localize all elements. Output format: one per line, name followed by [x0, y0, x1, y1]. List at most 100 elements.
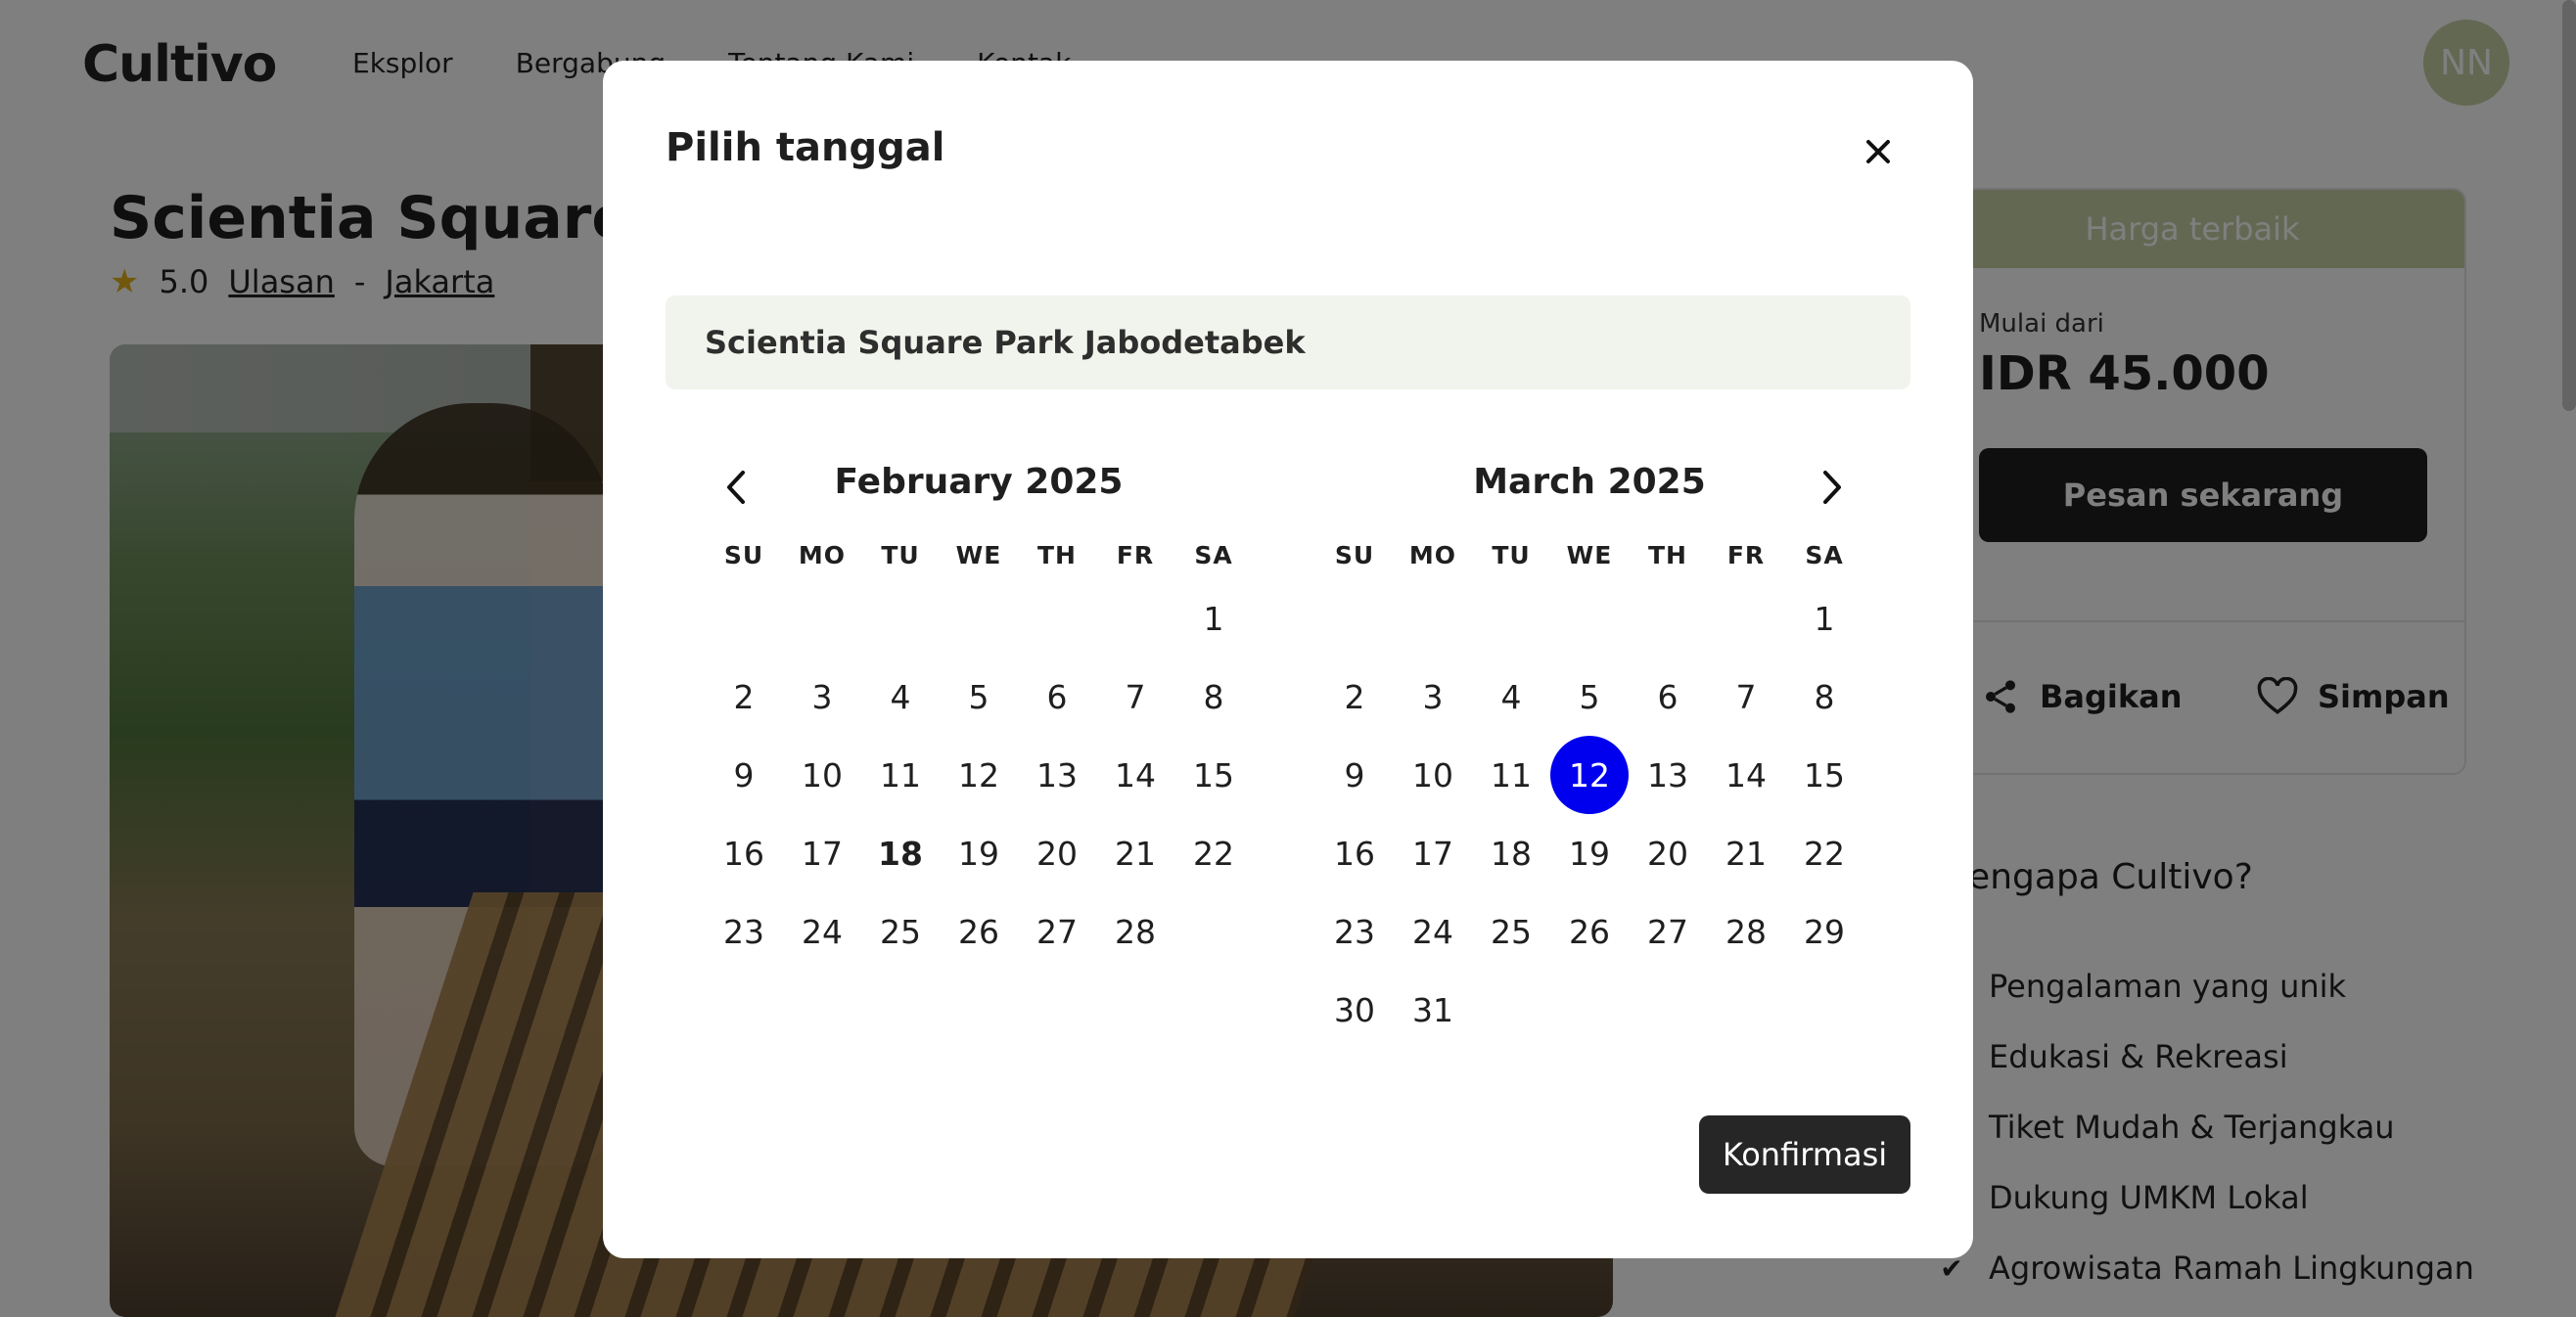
- day-number: 2: [733, 677, 755, 716]
- day-number: 13: [1036, 755, 1078, 795]
- calendar-day[interactable]: 19: [1550, 814, 1629, 892]
- day-number: 14: [1115, 755, 1156, 795]
- calendar-blank-cell: [861, 579, 940, 658]
- calendar-day[interactable]: 14: [1707, 736, 1785, 814]
- calendar-day[interactable]: 27: [1629, 892, 1707, 971]
- day-number: 1: [1203, 599, 1224, 638]
- calendar-day[interactable]: 25: [1472, 892, 1550, 971]
- calendar-day[interactable]: 9: [705, 736, 783, 814]
- calendar-day[interactable]: 8: [1785, 658, 1863, 736]
- calendar-day[interactable]: 16: [705, 814, 783, 892]
- day-number: 28: [1725, 912, 1767, 951]
- day-number: 27: [1036, 912, 1078, 951]
- confirm-button[interactable]: Konfirmasi: [1699, 1115, 1910, 1194]
- day-number: 12: [1550, 736, 1629, 814]
- calendar-day[interactable]: 29: [1785, 892, 1863, 971]
- calendar-day[interactable]: 1: [1785, 579, 1863, 658]
- calendar-day[interactable]: 22: [1174, 814, 1253, 892]
- day-number: 5: [968, 677, 989, 716]
- calendar-day[interactable]: 11: [1472, 736, 1550, 814]
- calendar-day[interactable]: 28: [1707, 892, 1785, 971]
- calendar-day[interactable]: 14: [1096, 736, 1174, 814]
- calendar-day[interactable]: 26: [940, 892, 1018, 971]
- calendar-day[interactable]: 22: [1785, 814, 1863, 892]
- day-number: 18: [1491, 834, 1532, 873]
- calendar-day[interactable]: 5: [940, 658, 1018, 736]
- calendar-day[interactable]: 28: [1096, 892, 1174, 971]
- calendar-blank-cell: [1394, 579, 1472, 658]
- weekday-header: SU: [1334, 540, 1375, 569]
- calendar-day[interactable]: 15: [1785, 736, 1863, 814]
- calendar-day[interactable]: 12: [940, 736, 1018, 814]
- calendar-day[interactable]: 30: [1315, 971, 1394, 1049]
- calendar-day[interactable]: 18: [861, 814, 940, 892]
- calendar-day[interactable]: 7: [1096, 658, 1174, 736]
- calendar-day[interactable]: 21: [1096, 814, 1174, 892]
- calendar-day[interactable]: 23: [1315, 892, 1394, 971]
- calendar-day[interactable]: 15: [1174, 736, 1253, 814]
- day-number: 13: [1647, 755, 1688, 795]
- calendar-day[interactable]: 18: [1472, 814, 1550, 892]
- calendar-day[interactable]: 4: [1472, 658, 1550, 736]
- day-number: 3: [811, 677, 833, 716]
- calendar-day[interactable]: 23: [705, 892, 783, 971]
- calendar-day[interactable]: 19: [940, 814, 1018, 892]
- day-number: 25: [880, 912, 921, 951]
- calendar-header: February 2025: [705, 442, 1253, 530]
- calendar-day[interactable]: 24: [783, 892, 861, 971]
- calendar-day[interactable]: 20: [1629, 814, 1707, 892]
- weekday-header: SA: [1805, 540, 1844, 569]
- calendar-blank-cell: [705, 579, 783, 658]
- day-number: 31: [1412, 990, 1453, 1029]
- calendar-day[interactable]: 27: [1018, 892, 1096, 971]
- calendar-day[interactable]: 11: [861, 736, 940, 814]
- day-number: 10: [802, 755, 843, 795]
- calendar-day[interactable]: 5: [1550, 658, 1629, 736]
- day-number: 28: [1115, 912, 1156, 951]
- calendar-day[interactable]: 3: [1394, 658, 1472, 736]
- calendar-day[interactable]: 8: [1174, 658, 1253, 736]
- calendar-day[interactable]: 10: [783, 736, 861, 814]
- calendar-day[interactable]: 25: [861, 892, 940, 971]
- day-number: 14: [1725, 755, 1767, 795]
- weekday-header: MO: [1408, 540, 1457, 569]
- calendar-day[interactable]: 3: [783, 658, 861, 736]
- day-number: 1: [1814, 599, 1835, 638]
- calendar-day[interactable]: 21: [1707, 814, 1785, 892]
- calendar-day[interactable]: 13: [1629, 736, 1707, 814]
- modal-title: Pilih tanggal: [666, 125, 945, 170]
- date-picker-modal: Pilih tanggal Scientia Square Park Jabod…: [603, 61, 1973, 1258]
- calendar-day[interactable]: 9: [1315, 736, 1394, 814]
- next-month-button[interactable]: [1811, 466, 1854, 509]
- calendar-day[interactable]: 31: [1394, 971, 1472, 1049]
- calendar-day[interactable]: 7: [1707, 658, 1785, 736]
- calendar-day[interactable]: 26: [1550, 892, 1629, 971]
- close-button[interactable]: [1858, 131, 1899, 172]
- calendar-day[interactable]: 6: [1018, 658, 1096, 736]
- day-number: 11: [880, 755, 921, 795]
- close-icon: [1866, 140, 1890, 163]
- calendar-day[interactable]: 4: [861, 658, 940, 736]
- day-number: 8: [1203, 677, 1224, 716]
- calendar-day[interactable]: 13: [1018, 736, 1096, 814]
- calendar-blank-cell: [1096, 579, 1174, 658]
- calendar-day[interactable]: 24: [1394, 892, 1472, 971]
- calendar-day[interactable]: 17: [1394, 814, 1472, 892]
- calendar-day[interactable]: 10: [1394, 736, 1472, 814]
- calendar-day[interactable]: 16: [1315, 814, 1394, 892]
- day-number: 25: [1491, 912, 1532, 951]
- day-number: 26: [1569, 912, 1610, 951]
- day-number: 21: [1115, 834, 1156, 873]
- day-number: 18: [878, 834, 923, 873]
- calendar-day-selected[interactable]: 12: [1550, 736, 1629, 814]
- day-number: 20: [1647, 834, 1688, 873]
- calendar-day[interactable]: 1: [1174, 579, 1253, 658]
- weekday-header: TU: [881, 540, 920, 569]
- day-number: 24: [802, 912, 843, 951]
- calendar-day[interactable]: 2: [1315, 658, 1394, 736]
- calendar-day[interactable]: 17: [783, 814, 861, 892]
- day-number: 2: [1344, 677, 1365, 716]
- calendar-day[interactable]: 2: [705, 658, 783, 736]
- calendar-day[interactable]: 6: [1629, 658, 1707, 736]
- calendar-day[interactable]: 20: [1018, 814, 1096, 892]
